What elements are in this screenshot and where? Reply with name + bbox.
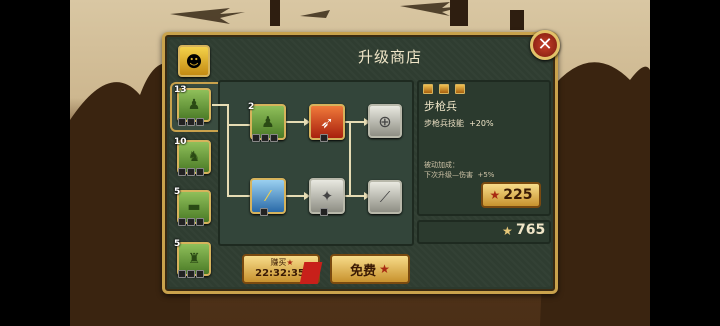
unit-name: 步枪兵 — [424, 100, 457, 113]
star-icon: ★ — [286, 258, 294, 267]
timed-offer-label: 赚买★ — [262, 257, 302, 268]
unit-level-badge: 5 — [174, 239, 181, 249]
rifle-icon: ⁄ — [266, 187, 270, 205]
star-icon: ★ — [489, 188, 501, 202]
unit-level-badge: 13 — [174, 85, 187, 95]
passive-bonus-title: 被动加成： — [424, 161, 459, 169]
soldier-icon: ☻ — [185, 51, 203, 71]
grenade-icon — [439, 84, 449, 94]
upgrade-scope[interactable]: ⊕ — [368, 104, 402, 138]
game-screen: 升级商店 ✕ ☻ ♟ 13 ♞ 10 ▬ 5 ♜ 5 ♟ 2 ➶ ⊕ ⁄ ✦ ⟋… — [0, 0, 720, 326]
knife-icon: ⟋ — [379, 188, 391, 206]
general-portrait-icon[interactable]: ☻ — [178, 45, 210, 77]
rank-icons — [252, 134, 278, 142]
rank-icons — [320, 134, 328, 142]
bullet-icon — [455, 84, 465, 94]
crosshair-icon: ⊕ — [378, 111, 392, 131]
rank-icons — [178, 270, 204, 278]
rank-stripe-icon — [423, 84, 433, 94]
star-icon: ★ — [379, 262, 390, 276]
bonus-line-value: +5% — [477, 171, 495, 179]
rank-icons — [178, 118, 204, 126]
rank-icons — [178, 218, 204, 226]
skill-value: +20% — [469, 119, 494, 128]
timed-offer-countdown: 22:32:35 — [255, 268, 305, 279]
close-icon: ✕ — [537, 34, 553, 55]
letterbox-right — [650, 0, 720, 326]
coin-balance: 765 — [516, 222, 546, 238]
free-button[interactable]: 免费 ★ — [330, 254, 410, 284]
rank-icons — [178, 168, 204, 176]
unit-skill: 步枪兵技能 +20% — [424, 118, 494, 129]
shop-title: 升级商店 — [357, 48, 422, 66]
timed-offer-label-text: 赚买 — [270, 258, 287, 267]
close-button[interactable]: ✕ — [530, 30, 560, 60]
rank-icons — [260, 208, 268, 216]
passive-bonus-line: 下次升级—伤害 +5% — [424, 170, 494, 180]
tree-level-badge: 2 — [248, 102, 255, 112]
rank-icons — [320, 208, 328, 216]
unit-level-badge: 10 — [174, 137, 187, 147]
free-label: 免费 — [350, 263, 377, 279]
upgrade-knife[interactable]: ⟋ — [368, 180, 402, 214]
letterbox-left — [0, 0, 70, 326]
buy-upgrade-button[interactable]: ★ 225 — [481, 182, 541, 208]
star-icon: ★ — [502, 224, 513, 238]
bonus-line-label: 下次升级—伤害 — [424, 171, 473, 179]
upgrade-price: 225 — [503, 187, 533, 203]
skill-label: 步枪兵技能 — [424, 119, 464, 128]
unit-level-badge: 5 — [174, 187, 181, 197]
upgrade-rifle[interactable]: ⁄ — [250, 178, 286, 214]
